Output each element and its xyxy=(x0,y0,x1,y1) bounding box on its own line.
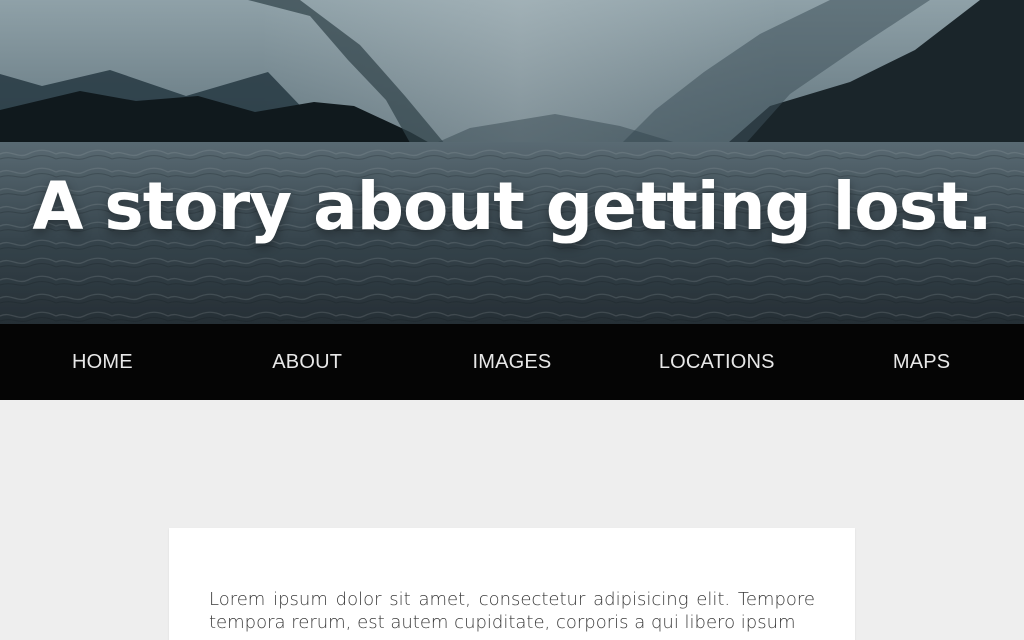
content-card: Lorem ipsum dolor sit amet, consectetur … xyxy=(169,528,855,640)
hero-banner: A story about getting lost. xyxy=(0,0,1024,324)
nav-home-link[interactable]: HOME xyxy=(0,324,205,400)
nav-locations-link[interactable]: LOCATIONS xyxy=(614,324,819,400)
page: A story about getting lost. HOME ABOUT I… xyxy=(0,0,1024,640)
nav-images-link[interactable]: IMAGES xyxy=(410,324,615,400)
main-navigation: HOME ABOUT IMAGES LOCATIONS MAPS xyxy=(0,324,1024,400)
nav-maps-link[interactable]: MAPS xyxy=(819,324,1024,400)
hero-background-image xyxy=(0,0,1024,324)
hero-title: A story about getting lost. xyxy=(32,168,992,246)
nav-about-link[interactable]: ABOUT xyxy=(205,324,410,400)
intro-paragraph: Lorem ipsum dolor sit amet, consectetur … xyxy=(209,589,815,633)
